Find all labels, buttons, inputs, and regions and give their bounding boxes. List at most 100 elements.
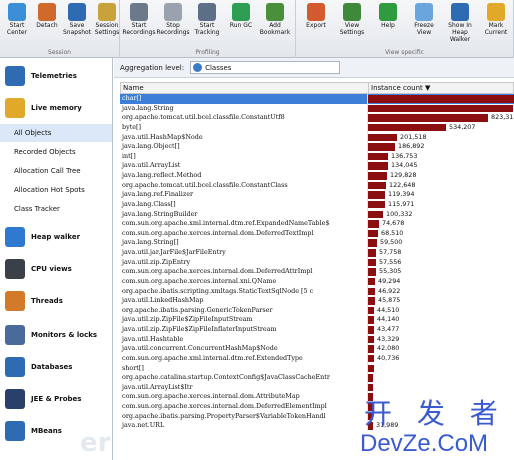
table-row[interactable]: java.lang.StringBuilder 100,332 (120, 209, 514, 220)
instance-count-bar (368, 258, 376, 267)
instance-count-bar (368, 104, 513, 113)
sidebar-item-threads[interactable]: Threads (0, 286, 112, 316)
class-name-cell: org.apache.ibatis.parsing.PropertyParser… (120, 411, 368, 422)
class-name-cell: java.util.Hashtable (120, 334, 368, 345)
table-row[interactable]: java.util.jar.JarFile$JarFileEntry 57,758 (120, 248, 514, 258)
table-row[interactable]: java.util.Hashtable 43,329 (120, 334, 514, 345)
sidebar-item-live-memory[interactable]: Live memory (0, 93, 112, 123)
table-row[interactable]: java.util.ArrayList$Itr (120, 382, 514, 393)
sidebar-item-telemetries[interactable]: Telemetries (0, 61, 112, 91)
table-row[interactable]: java.lang.Object[] 186,892 (120, 142, 514, 152)
sidebar-item-databases[interactable]: Databases (0, 352, 112, 382)
instance-count-value: 186,892 (398, 142, 425, 151)
instance-count-value: 46,922 (378, 286, 401, 295)
table-row[interactable]: java.util.ArrayList 134,045 (120, 161, 514, 171)
class-name-cell: java.lang.reflect.Method (120, 171, 368, 181)
stop-recordings-button[interactable]: Stop Recordings (156, 2, 190, 46)
table-row[interactable]: com.sun.org.apache.xerces.internal.xni.Q… (120, 276, 514, 287)
class-name-cell: org.apache.ibatis.scripting.xmltags.Stat… (120, 286, 368, 297)
table-row[interactable]: java.util.LinkedHashMap 45,875 (120, 296, 514, 306)
sidebar: er Telemetries Live memory Heap walker CPU … (0, 58, 113, 460)
sidebar-subitem-all-objects[interactable]: All Objects (0, 124, 112, 142)
freeze-view-button[interactable]: Freeze View (406, 2, 442, 46)
class-name-cell: com.sun.org.apache.xerces.internal.xni.Q… (120, 276, 368, 287)
table-row[interactable]: org.apache.tomcat.util.bcel.classfile.Co… (120, 180, 514, 191)
table-row[interactable]: java.util.zip.ZipEntry 57,556 (120, 257, 514, 268)
show-in-heap-walker-button[interactable]: Show In Heap Walker (442, 2, 478, 46)
table-row[interactable]: java.lang.reflect.Method 129,828 (120, 171, 514, 181)
instance-count-value: 55,305 (379, 267, 402, 276)
add-bookmark-button[interactable]: Add Bookmark (258, 2, 292, 46)
class-name-cell: java.util.HashMap$Node (120, 132, 368, 143)
table-row[interactable]: com.sun.org.apache.xerces.internal.dom.D… (120, 228, 514, 239)
table-row[interactable]: byte[] 534,207 (120, 122, 514, 133)
table-row[interactable]: java.lang.Class[] 115,971 (120, 199, 514, 210)
instance-count-bar (368, 181, 386, 190)
instance-count-value: 42,080 (377, 344, 400, 353)
column-header-instance-count[interactable]: Instance count ▼ (369, 83, 430, 93)
sidebar-subitem-allocation-call-tree[interactable]: Allocation Call Tree (0, 162, 112, 180)
instance-count-value: 534,207 (449, 122, 476, 131)
toolbar-group-label: View specific (385, 49, 424, 56)
session-settings-button[interactable]: Session Settings (92, 2, 122, 46)
instance-count-cell: 46,922 (368, 287, 514, 297)
instance-count-value: 40,736 (377, 353, 400, 362)
class-name-cell: org.apache.tomcat.util.bcel.classfile.Co… (120, 113, 368, 123)
table-row[interactable]: char[] (120, 94, 514, 104)
instance-count-cell (368, 373, 514, 383)
table-row[interactable]: org.apache.tomcat.util.bcel.classfile.Co… (120, 113, 514, 123)
table-row[interactable]: org.apache.catalina.startup.ContextConfi… (120, 373, 514, 383)
column-header-name[interactable]: Name (121, 83, 369, 93)
table-row[interactable]: java.util.HashMap$Node 201,518 (120, 132, 514, 143)
mark-current-button[interactable]: Mark Current (478, 2, 514, 46)
class-name-cell: java.util.zip.ZipFile$ZipFileInputStream (120, 315, 368, 325)
table-row[interactable]: org.apache.ibatis.parsing.GenericTokenPa… (120, 305, 514, 316)
run-gc-button[interactable]: Run GC (224, 2, 258, 46)
sidebar-item-heap-walker[interactable]: Heap walker (0, 222, 112, 252)
table-row[interactable]: com.sun.org.apache.xerces.internal.dom.D… (120, 267, 514, 277)
table-row[interactable]: java.util.zip.ZipFile$ZipFileInflaterInp… (120, 325, 514, 335)
help-button[interactable]: Help (370, 2, 406, 46)
instance-count-value: 45,875 (378, 296, 401, 305)
instance-count-bar (368, 249, 376, 257)
sidebar-item-jee-probes[interactable]: JEE & Probes (0, 384, 112, 414)
table-row[interactable]: org.apache.ibatis.scripting.xmltags.Stat… (120, 286, 514, 297)
start-recordings-button[interactable]: Start Recordings (122, 2, 156, 46)
sidebar-item-monitors-locks[interactable]: Monitors & locks (0, 320, 112, 350)
sidebar-item-mbeans[interactable]: MBeans (0, 416, 112, 446)
table-row[interactable]: int[] 136,753 (120, 151, 514, 162)
save-snapshot-button[interactable]: Save Snapshot (62, 2, 92, 46)
view-settings-button[interactable]: View Settings (334, 2, 370, 46)
table-row[interactable]: com.sun.org.apache.xml.internal.dtm.ref.… (120, 219, 514, 229)
live-memory-icon (5, 98, 25, 118)
sidebar-subitem-class-tracker[interactable]: Class Tracker (0, 200, 112, 218)
class-name-cell: java.lang.Class[] (120, 199, 368, 210)
instance-count-cell: 134,045 (368, 161, 514, 171)
table-row[interactable]: short[] (120, 363, 514, 374)
start-center-button[interactable]: Start Center (2, 2, 32, 46)
table-row[interactable]: java.util.zip.ZipFile$ZipFileInputStream… (120, 315, 514, 325)
class-name-cell: com.sun.org.apache.xerces.internal.dom.D… (120, 402, 368, 412)
detach-button[interactable]: Detach (32, 2, 62, 46)
class-name-cell: java.util.concurrent.ConcurrentHashMap$N… (120, 344, 368, 354)
table-row[interactable]: java.lang.String[] 59,500 (120, 238, 514, 248)
table-row[interactable]: java.util.concurrent.ConcurrentHashMap$N… (120, 344, 514, 354)
table-row[interactable]: java.lang.String (120, 103, 514, 114)
instance-count-value: 43,477 (377, 325, 400, 333)
sidebar-subitem-recorded-objects[interactable]: Recorded Objects (0, 143, 112, 161)
table-row[interactable]: java.lang.ref.Finalizer 119,394 (120, 190, 514, 200)
start-tracking-button[interactable]: Start Tracking (190, 2, 224, 46)
class-name-cell: java.util.jar.JarFile$JarFileEntry (120, 248, 368, 258)
aggregation-select[interactable]: Classes (190, 61, 341, 74)
instance-count-cell (368, 383, 514, 393)
instance-count-cell: 44,140 (368, 315, 514, 325)
class-name-cell: java.util.ArrayList$Itr (120, 382, 368, 393)
sidebar-subitem-allocation-hot-spots[interactable]: Allocation Hot Spots (0, 181, 112, 199)
sidebar-item-label: Telemetries (31, 72, 77, 80)
instance-count-bar (368, 162, 388, 170)
class-name-cell: java.lang.Object[] (120, 142, 368, 152)
export-button[interactable]: Export (298, 2, 334, 46)
instance-count-value: 136,753 (391, 151, 418, 160)
table-row[interactable]: com.sun.org.apache.xml.internal.dtm.ref.… (120, 353, 514, 364)
sidebar-item-cpu-views[interactable]: CPU views (0, 254, 112, 284)
